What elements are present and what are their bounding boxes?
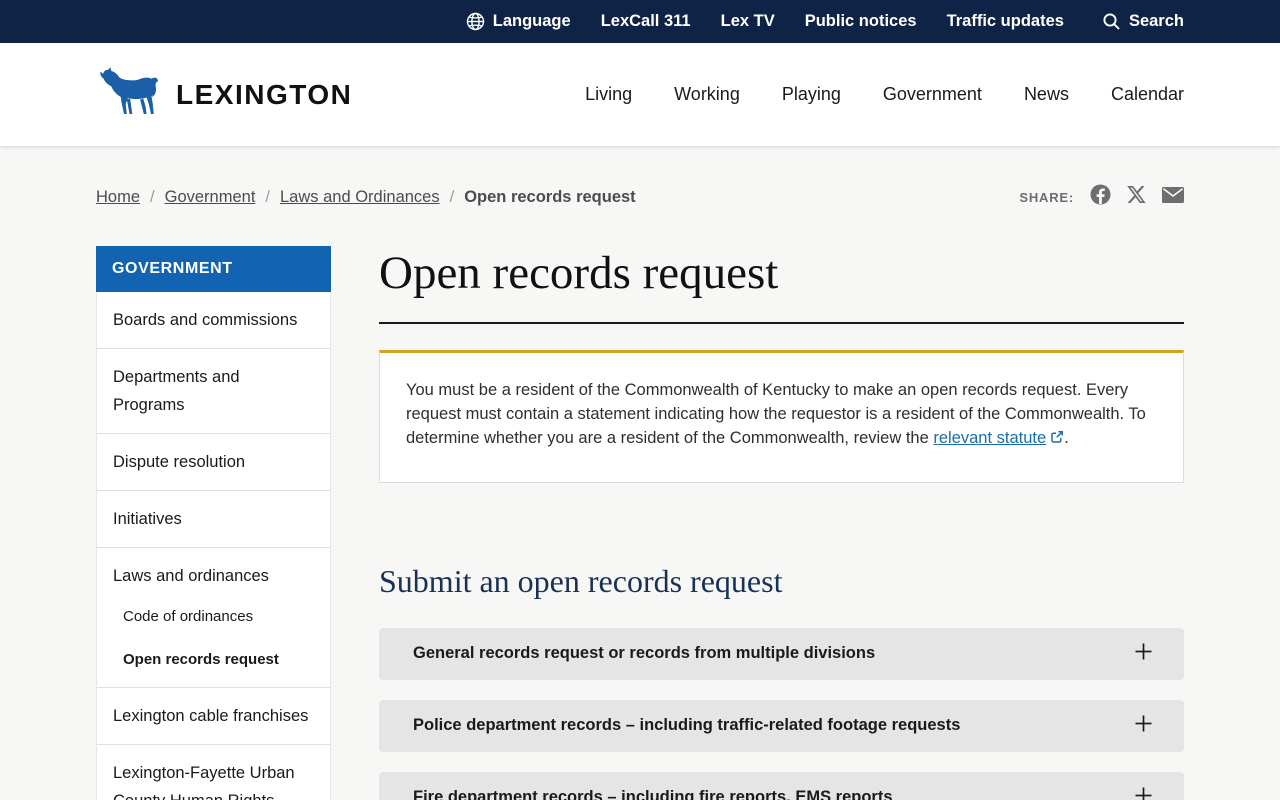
relevant-statute-link[interactable]: relevant statute	[933, 429, 1064, 447]
sidebar-subitem-open-records-request[interactable]: Open records request	[97, 639, 330, 688]
language-label: Language	[492, 12, 571, 30]
sidebar-item-dispute-resolution[interactable]: Dispute resolution	[97, 434, 330, 492]
nav-calendar[interactable]: Calendar	[1111, 84, 1184, 105]
breadcrumb-government[interactable]: Government	[165, 188, 256, 207]
search-label: Search	[1128, 12, 1184, 30]
accordion-fire-records[interactable]: Fire department records – including fire…	[379, 771, 1184, 800]
site-logo-text: LEXINGTON	[176, 78, 353, 110]
public-notices-link[interactable]: Public notices	[805, 12, 917, 31]
language-menu[interactable]: Language	[466, 12, 571, 31]
utility-bar: Language LexCall 311 Lex TV Public notic…	[0, 0, 1280, 43]
accordion-general-records[interactable]: General records request or records from …	[379, 627, 1184, 680]
breadcrumb-current: Open records request	[464, 187, 636, 206]
sidebar-menu: Boards and commissions Departments and P…	[96, 292, 331, 800]
nav-news[interactable]: News	[1024, 84, 1069, 105]
submit-section-heading: Submit an open records request	[379, 562, 783, 599]
page-title: Open records request	[379, 247, 779, 299]
title-divider	[379, 322, 1184, 325]
residency-callout-text: You must be a resident of the Commonweal…	[406, 379, 1157, 452]
plus-icon	[1135, 643, 1152, 665]
accordion-police-records[interactable]: Police department records – including tr…	[379, 699, 1184, 752]
traffic-updates-link[interactable]: Traffic updates	[947, 12, 1064, 31]
share-label: SHARE:	[1019, 189, 1074, 205]
nav-playing[interactable]: Playing	[782, 84, 841, 105]
sidebar-subitem-code-of-ordinances[interactable]: Code of ordinances	[97, 596, 330, 639]
share-bar: SHARE:	[1019, 184, 1184, 210]
horse-logo-icon	[96, 66, 162, 123]
search-button[interactable]: Search	[1102, 12, 1184, 31]
nav-government[interactable]: Government	[883, 84, 982, 105]
main-nav: Living Working Playing Government News C…	[585, 84, 1184, 105]
callout-text-after: .	[1064, 428, 1069, 447]
breadcrumb: Home / Government / Laws and Ordinances …	[96, 188, 636, 207]
search-icon	[1102, 12, 1121, 31]
share-x-button[interactable]	[1127, 185, 1146, 209]
sidebar-item-departments-and-programs[interactable]: Departments and Programs	[97, 349, 330, 435]
breadcrumb-laws-and-ordinances[interactable]: Laws and Ordinances	[280, 188, 440, 207]
globe-icon	[466, 12, 485, 31]
x-icon	[1127, 185, 1146, 209]
breadcrumb-separator: /	[449, 187, 455, 206]
accordion-label: Police department records – including tr…	[413, 716, 961, 735]
share-facebook-button[interactable]	[1090, 184, 1111, 210]
nav-living[interactable]: Living	[585, 84, 632, 105]
email-icon	[1162, 186, 1184, 208]
section-sidebar: GOVERNMENT Boards and commissions Depart…	[96, 246, 331, 800]
accordion-label: Fire department records – including fire…	[413, 788, 893, 800]
residency-callout: You must be a resident of the Commonweal…	[379, 350, 1184, 483]
lexcall-311-link[interactable]: LexCall 311	[601, 12, 691, 31]
sidebar-item-initiatives[interactable]: Initiatives	[97, 491, 330, 549]
breadcrumb-separator: /	[150, 187, 155, 206]
content-area: GOVERNMENT Boards and commissions Depart…	[0, 246, 1280, 800]
sidebar-item-laws-and-ordinances[interactable]: Laws and ordinances	[97, 548, 330, 596]
sidebar-item-human-rights-commission[interactable]: Lexington-Fayette Urban County Human Rig…	[97, 745, 330, 800]
accordion-list: General records request or records from …	[379, 627, 1184, 800]
sidebar-group-laws-and-ordinances: Laws and ordinances Code of ordinances O…	[97, 548, 330, 689]
sidebar-item-lexington-cable-franchises[interactable]: Lexington cable franchises	[97, 688, 330, 746]
sidebar-item-boards-and-commissions[interactable]: Boards and commissions	[97, 292, 330, 350]
site-header: LEXINGTON Living Working Playing Governm…	[0, 43, 1280, 146]
main-content: Open records request You must be a resid…	[379, 246, 1184, 800]
site-logo[interactable]: LEXINGTON	[96, 66, 352, 123]
facebook-icon	[1090, 184, 1111, 210]
lex-tv-link[interactable]: Lex TV	[721, 12, 775, 31]
breadcrumb-separator: /	[265, 187, 270, 206]
external-link-icon	[1050, 428, 1064, 452]
breadcrumb-home[interactable]: Home	[96, 188, 140, 207]
breadcrumb-row: Home / Government / Laws and Ordinances …	[0, 146, 1280, 210]
relevant-statute-link-label: relevant statute	[933, 428, 1047, 447]
accordion-label: General records request or records from …	[413, 644, 876, 663]
nav-working[interactable]: Working	[674, 84, 740, 105]
share-email-button[interactable]	[1162, 186, 1184, 208]
plus-icon	[1135, 787, 1152, 800]
plus-icon	[1135, 715, 1152, 737]
sidebar-title: GOVERNMENT	[96, 246, 331, 292]
